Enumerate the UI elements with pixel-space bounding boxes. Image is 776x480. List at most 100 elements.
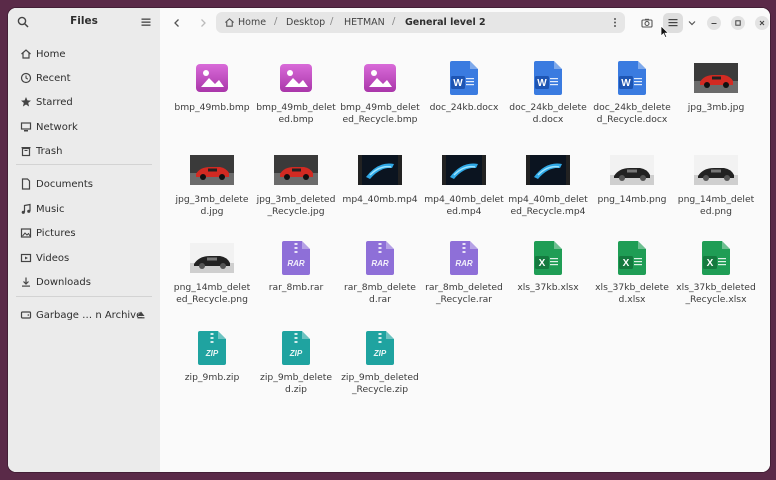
file-thumbnail: RAR [424,238,504,278]
sidebar-item-pictures[interactable]: Pictures [8,222,160,244]
minimize-icon [711,23,717,24]
sidebar-item-network[interactable]: Network [8,116,160,138]
sidebar-separator [16,296,152,297]
file-thumbnail [340,150,420,190]
path-bar[interactable]: Home / Desktop / HETMAN / General level … [216,12,625,33]
docx-file-icon: W [450,61,478,95]
sidebar-item-trash[interactable]: Trash [8,140,160,162]
rar-file-icon: RAR [366,241,394,275]
breadcrumb-home[interactable]: Home [238,17,266,28]
zip-file-icon: ZIP [366,331,394,365]
file-name: doc_24kb.docx [429,102,499,113]
sidebar-item-label: Network [36,121,78,133]
breadcrumb-separator: / [274,16,278,27]
file-thumbnail [676,150,756,190]
sidebar-item-label: Videos [36,252,70,264]
star-icon [21,97,31,107]
sidebar-item-videos[interactable]: Videos [8,247,160,269]
file-name: rar_8mb_deleted.rar [344,282,416,305]
breadcrumb-current[interactable]: General level 2 [405,17,486,28]
file-name: jpg_3mb_deleted_Recycle.jpg [256,194,336,217]
file-name: zip_9mb_deleted.zip [260,372,332,395]
image-file-icon [196,64,228,92]
document-icon [21,178,31,190]
hamburger-menu-icon[interactable] [140,16,152,28]
file-thumbnail [340,58,420,98]
svg-text:W: W [537,78,547,89]
breadcrumb-separator: / [392,16,396,27]
file-name: jpg_3mb.jpg [687,102,745,113]
sidebar: Files Home Recent Starred Network Trash … [8,8,161,472]
file-name: rar_8mb_deleted_Recycle.rar [425,282,503,305]
file-name: png_14mb_deleted_Recycle.png [173,282,251,305]
car-photo-thumbnail [610,155,654,185]
maximize-icon [735,20,741,26]
sidebar-item-starred[interactable]: Starred [8,91,160,113]
sidebar-item-home[interactable]: Home [8,43,160,65]
file-thumbnail [172,238,252,278]
video-thumbnail [442,155,486,185]
zip-file-icon: ZIP [198,331,226,365]
file-name: zip_9mb.zip [184,372,240,383]
eject-icon[interactable] [136,310,146,320]
file-thumbnail: X [592,238,672,278]
car-photo-thumbnail [190,243,234,273]
file-name: doc_24kb_deleted_Recycle.docx [593,102,671,125]
new-folder-button[interactable] [637,13,657,33]
minimize-button[interactable] [707,16,721,30]
back-button[interactable] [170,16,184,30]
sidebar-item-label: Music [36,203,65,215]
image-file-icon [280,64,312,92]
pictures-icon [20,228,32,238]
sidebar-item-documents[interactable]: Documents [8,173,160,195]
file-name: mp4_40mb_deleted_Recycle.mp4 [508,194,588,217]
video-icon [20,253,32,263]
file-thumbnail: X [508,238,588,278]
file-thumbnail: W [424,58,504,98]
svg-text:X: X [539,258,546,269]
camera-folder-icon [641,18,653,28]
file-name: jpg_3mb_deleted.jpg [175,194,249,217]
file-name: bmp_49mb_deleted_Recycle.bmp [340,102,420,125]
file-thumbnail [424,150,504,190]
chevron-left-icon [174,19,179,27]
close-icon [759,20,765,26]
sidebar-header: Files [8,8,160,36]
breadcrumb-hetman[interactable]: HETMAN [344,17,385,28]
vertical-dots-menu-icon[interactable] [613,17,617,28]
svg-text:W: W [621,78,631,89]
sidebar-item-music[interactable]: Music [8,198,160,220]
sidebar-item-garbage-archive[interactable]: Garbage … n Archive [8,304,160,326]
file-thumbnail [508,150,588,190]
close-button[interactable] [755,16,769,30]
file-thumbnail: ZIP [172,328,252,368]
file-thumbnail [172,58,252,98]
xlsx-file-icon: X [702,241,730,275]
file-name: rar_8mb.rar [268,282,324,293]
svg-text:X: X [707,258,714,269]
view-options-button[interactable] [682,13,702,33]
file-thumbnail [592,150,672,190]
file-name: zip_9mb_deleted_Recycle.zip [341,372,419,395]
file-name: png_14mb_deleted.png [677,194,755,217]
download-icon [22,277,30,287]
file-thumbnail: RAR [256,238,336,278]
video-thumbnail [526,155,570,185]
sidebar-item-recent[interactable]: Recent [8,67,160,89]
forward-button[interactable] [196,16,210,30]
sidebar-item-downloads[interactable]: Downloads [8,271,160,293]
breadcrumb-desktop[interactable]: Desktop [286,17,325,28]
svg-text:ZIP: ZIP [373,349,387,358]
file-thumbnail: W [508,58,588,98]
sidebar-item-label: Garbage … n Archive [36,309,143,321]
docx-file-icon: W [534,61,562,95]
svg-text:W: W [453,78,463,89]
chevron-down-icon [688,21,696,26]
maximize-button[interactable] [731,16,745,30]
home-icon [21,49,31,59]
xlsx-file-icon: X [618,241,646,275]
trash-icon [21,147,31,157]
svg-text:ZIP: ZIP [289,349,303,358]
svg-text:ZIP: ZIP [205,349,219,358]
file-thumbnail: RAR [340,238,420,278]
